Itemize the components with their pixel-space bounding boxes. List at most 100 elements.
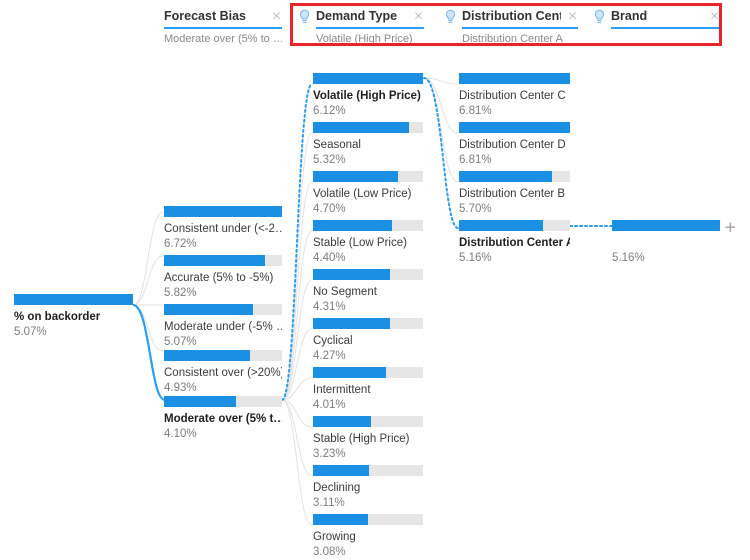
node-value: 6.72%: [164, 238, 197, 250]
node-bar-track: [164, 350, 282, 361]
level-header-demand-type[interactable]: Demand Type × Volatile (High Price): [298, 7, 424, 47]
node-label: No Segment: [313, 286, 377, 298]
node-bar-track: [313, 367, 423, 378]
tree-node[interactable]: Volatile (Low Price) 4.70%: [313, 171, 423, 216]
tree-node[interactable]: Cyclical 4.27%: [313, 318, 423, 363]
tree-node[interactable]: Declining 3.11%: [313, 465, 423, 510]
node-value: 4.31%: [313, 301, 346, 313]
tree-node[interactable]: Stable (High Price) 3.23%: [313, 416, 423, 461]
level-header-forecast-bias[interactable]: Forecast Bias × Moderate over (5% to …: [164, 7, 282, 47]
node-value: 5.07%: [14, 326, 47, 338]
node-value: 5.07%: [164, 336, 197, 348]
node-bar-fill: [164, 206, 282, 217]
node-bar-fill: [612, 220, 720, 231]
node-bar-fill: [459, 171, 553, 182]
node-bar-track: [313, 269, 423, 280]
node-bar-fill: [313, 73, 423, 84]
node-label: Distribution Center B: [459, 188, 566, 200]
node-label: Consistent under (<-2…: [164, 223, 282, 235]
level-underline: [462, 27, 578, 29]
node-label: Intermittent: [313, 384, 371, 396]
node-label: Distribution Center A: [459, 237, 570, 249]
node-value: 6.12%: [313, 105, 346, 117]
node-bar-track: [459, 171, 570, 182]
node-value: 4.40%: [313, 252, 346, 264]
node-label: Stable (High Price): [313, 433, 410, 445]
node-bar-fill: [313, 416, 372, 427]
node-value: 6.81%: [459, 154, 492, 166]
node-bar-fill: [459, 122, 570, 133]
node-bar-track: [164, 255, 282, 266]
level-title-row: Brand ×: [593, 7, 720, 25]
node-bar-fill: [459, 73, 570, 84]
level-subtitle: Moderate over (5% to …: [164, 33, 282, 45]
level-title: Brand: [611, 9, 648, 23]
level-title: Forecast Bias: [164, 9, 246, 23]
close-icon[interactable]: ×: [407, 10, 424, 23]
tree-node[interactable]: Distribution Center D 6.81%: [459, 122, 570, 167]
node-label: Declining: [313, 482, 361, 494]
tree-node[interactable]: Growing 3.08%: [313, 514, 423, 559]
node-bar-track: [14, 294, 133, 305]
lightbulb-icon: [593, 9, 606, 24]
node-value: 5.16%: [459, 252, 492, 264]
level-title: Demand Type: [316, 9, 398, 23]
level-title: Distribution Cent…: [462, 9, 561, 23]
node-bar-fill: [313, 514, 368, 525]
node-bar-track: [612, 220, 720, 231]
decomposition-tree-visual: Forecast Bias × Moderate over (5% to … D…: [0, 0, 750, 560]
add-level-button[interactable]: +: [724, 220, 737, 235]
node-bar-fill: [313, 269, 390, 280]
node-label: Volatile (High Price): [313, 90, 421, 102]
node-label: Volatile (Low Price): [313, 188, 412, 200]
level-header-brand[interactable]: Brand ×: [593, 7, 720, 47]
level-header-distribution-center[interactable]: Distribution Cent… × Distribution Center…: [444, 7, 578, 47]
close-icon[interactable]: ×: [703, 10, 720, 23]
tree-node[interactable]: Stable (Low Price) 4.40%: [313, 220, 423, 265]
node-bar-fill: [313, 367, 386, 378]
node-bar-track: [313, 171, 423, 182]
node-value: 3.08%: [313, 546, 346, 558]
node-bar-fill: [313, 465, 370, 476]
node-value: 4.70%: [313, 203, 346, 215]
tree-node-selected[interactable]: Distribution Center A 5.16%: [459, 220, 570, 265]
tree-node[interactable]: Consistent under (<-2… 6.72%: [164, 206, 282, 251]
tree-node[interactable]: Seasonal 5.32%: [313, 122, 423, 167]
tree-node[interactable]: Accurate (5% to -5%) 5.82%: [164, 255, 282, 300]
tree-node-root[interactable]: % on backorder 5.07%: [14, 294, 133, 339]
node-bar-track: [459, 220, 570, 231]
level-underline: [164, 27, 282, 29]
node-bar-fill: [313, 122, 409, 133]
node-bar-track: [313, 514, 423, 525]
close-icon[interactable]: ×: [561, 10, 578, 23]
node-label: Growing: [313, 531, 356, 543]
node-bar-fill: [313, 220, 393, 231]
tree-node[interactable]: No Segment 4.31%: [313, 269, 423, 314]
node-value: 3.23%: [313, 448, 346, 460]
tree-node[interactable]: Intermittent 4.01%: [313, 367, 423, 412]
tree-node[interactable]: Distribution Center C 6.81%: [459, 73, 570, 118]
close-icon[interactable]: ×: [265, 10, 282, 23]
tree-node-selected[interactable]: Volatile (High Price) 6.12%: [313, 73, 423, 118]
node-label: Distribution Center C: [459, 90, 566, 102]
node-bar-track: [164, 396, 282, 407]
node-bar-track: [313, 220, 423, 231]
node-label: % on backorder: [14, 311, 101, 323]
tree-node-selected[interactable]: Moderate over (5% t… 4.10%: [164, 396, 282, 441]
level-underline: [316, 27, 424, 29]
node-bar-fill: [164, 255, 266, 266]
tree-node[interactable]: Distribution Center B 5.70%: [459, 171, 570, 216]
node-bar-track: [164, 304, 282, 315]
node-bar-fill: [313, 318, 390, 329]
node-value: 4.93%: [164, 382, 197, 394]
tree-node[interactable]: Consistent over (>20%) 4.93%: [164, 350, 282, 395]
node-bar-track: [313, 122, 423, 133]
tree-node[interactable]: 5.16%: [612, 220, 720, 265]
node-bar-fill: [14, 294, 133, 305]
level-title-row: Distribution Cent… ×: [444, 7, 578, 25]
node-label: Cyclical: [313, 335, 353, 347]
lightbulb-icon: [444, 9, 457, 24]
node-bar-track: [313, 318, 423, 329]
tree-node[interactable]: Moderate under (-5% … 5.07%: [164, 304, 282, 349]
node-value: 4.01%: [313, 399, 346, 411]
